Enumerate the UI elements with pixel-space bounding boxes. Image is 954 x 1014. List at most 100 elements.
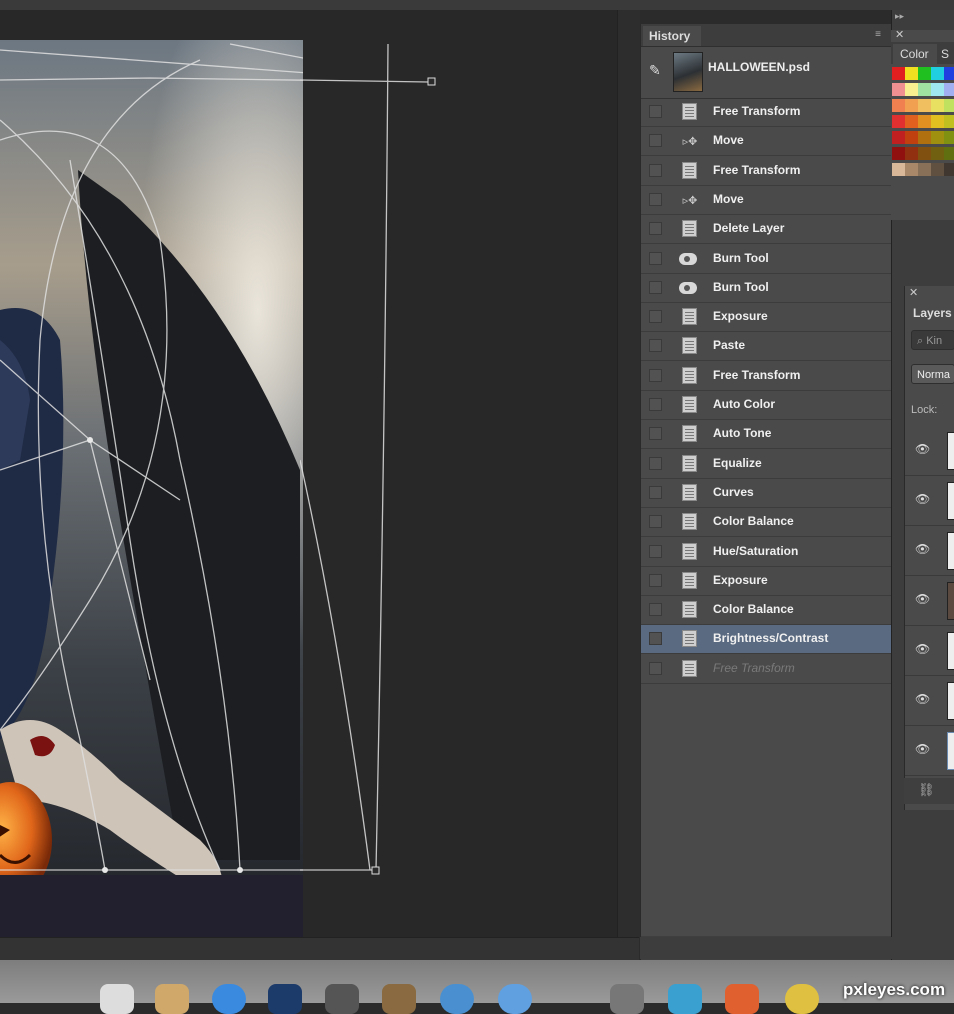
layer-row[interactable]: 👁 [905, 526, 954, 576]
color-swatch[interactable] [892, 99, 905, 112]
color-swatch[interactable] [918, 83, 931, 96]
app-icon[interactable] [668, 984, 702, 1014]
history-brush-source-checkbox[interactable] [649, 603, 662, 617]
history-brush-source-checkbox[interactable] [649, 163, 662, 177]
tab-swatches[interactable]: S [941, 44, 954, 64]
history-state-row[interactable]: Free Transform [641, 98, 891, 127]
history-brush-source-checkbox[interactable] [649, 310, 662, 324]
layer-row[interactable]: 👁 [905, 626, 954, 676]
color-swatch[interactable] [905, 131, 918, 144]
color-swatch[interactable] [944, 163, 954, 176]
app-icon[interactable] [325, 984, 359, 1014]
color-swatch[interactable] [944, 83, 954, 96]
transform-handle-top-right[interactable] [427, 77, 436, 86]
history-state-row[interactable]: Burn Tool [641, 274, 891, 303]
history-brush-source-checkbox[interactable] [649, 222, 662, 236]
tab-color[interactable]: Color [893, 44, 937, 64]
eye-icon[interactable]: 👁 [915, 442, 930, 456]
history-brush-source-icon[interactable]: ✎ [649, 62, 667, 80]
tab-layers[interactable]: Layers [907, 302, 954, 324]
color-swatch[interactable] [944, 67, 954, 80]
eye-icon[interactable]: 👁 [915, 542, 930, 556]
history-brush-source-checkbox[interactable] [649, 251, 662, 265]
history-state-row[interactable]: Free Transform [641, 655, 891, 684]
history-state-row[interactable]: Free Transform [641, 362, 891, 391]
color-swatch[interactable] [892, 83, 905, 96]
color-swatch[interactable] [905, 83, 918, 96]
color-swatch[interactable] [918, 67, 931, 80]
itunes-icon[interactable] [440, 984, 474, 1014]
history-brush-source-checkbox[interactable] [649, 427, 662, 441]
transform-bounding-box[interactable] [300, 40, 617, 890]
document-vertical-scrollbar[interactable] [617, 10, 640, 937]
history-brush-source-checkbox[interactable] [649, 192, 662, 206]
close-icon[interactable]: ✕ [895, 28, 904, 41]
history-brush-source-checkbox[interactable] [649, 105, 662, 118]
color-swatch[interactable] [931, 67, 944, 80]
history-state-row[interactable]: Exposure [641, 303, 891, 333]
layer-row[interactable]: 👁 [905, 676, 954, 726]
color-swatch[interactable] [892, 163, 905, 176]
color-swatch[interactable] [892, 131, 905, 144]
eye-icon[interactable]: 👁 [915, 742, 930, 756]
tab-history[interactable]: History [643, 26, 701, 46]
history-state-row[interactable]: Color Balance [641, 596, 891, 626]
panel-menu-icon[interactable]: ≡ [869, 26, 887, 44]
history-brush-source-checkbox[interactable] [649, 515, 662, 529]
notes-icon[interactable] [155, 984, 189, 1014]
color-swatch[interactable] [905, 115, 918, 128]
eye-icon[interactable]: 👁 [915, 492, 930, 506]
history-state-row[interactable]: Exposure [641, 567, 891, 596]
eye-icon[interactable]: 👁 [915, 692, 930, 706]
history-state-row[interactable]: Brightness/Contrast [641, 625, 891, 655]
color-swatch[interactable] [892, 147, 905, 160]
history-state-row[interactable]: Hue/Saturation [641, 538, 891, 567]
color-swatch[interactable] [931, 99, 944, 112]
safari-icon[interactable] [212, 984, 246, 1014]
history-brush-source-checkbox[interactable] [649, 134, 662, 148]
history-brush-source-checkbox[interactable] [649, 339, 662, 353]
layer-row[interactable]: 👁 [905, 426, 954, 476]
history-state-row[interactable]: Auto Color [641, 391, 891, 420]
color-swatch[interactable] [944, 99, 954, 112]
history-brush-source-checkbox[interactable] [649, 485, 662, 499]
history-state-row[interactable]: Equalize [641, 450, 891, 479]
layer-row[interactable]: 👁 [905, 476, 954, 526]
blend-mode-select[interactable]: Norma [911, 364, 954, 384]
color-swatch[interactable] [944, 147, 954, 160]
color-swatch[interactable] [892, 115, 905, 128]
history-state-row[interactable]: Free Transform [641, 157, 891, 186]
history-brush-source-checkbox[interactable] [649, 661, 662, 675]
transform-handle-bottom-right[interactable] [371, 866, 380, 875]
color-swatch[interactable] [944, 115, 954, 128]
collapse-panels-icon[interactable]: ▸▸ [895, 11, 904, 22]
history-state-row[interactable]: Paste [641, 332, 891, 362]
color-swatch[interactable] [918, 115, 931, 128]
color-swatch[interactable] [918, 131, 931, 144]
color-swatch[interactable] [931, 131, 944, 144]
color-swatch[interactable] [905, 99, 918, 112]
color-swatch[interactable] [905, 147, 918, 160]
history-brush-source-checkbox[interactable] [649, 456, 662, 470]
history-brush-source-checkbox[interactable] [649, 398, 662, 411]
halloween-artwork-with-transform-warp[interactable] [0, 40, 303, 937]
close-icon[interactable]: ✕ [909, 286, 918, 299]
eye-icon[interactable]: 👁 [915, 642, 930, 656]
color-swatch[interactable] [892, 67, 905, 80]
history-brush-source-checkbox[interactable] [649, 544, 662, 558]
history-brush-source-checkbox[interactable] [649, 632, 662, 646]
app-icon[interactable] [785, 984, 819, 1014]
link-layers-icon[interactable]: ⛓ [918, 782, 935, 798]
layer-row[interactable]: 👁 [905, 726, 954, 776]
history-state-row[interactable]: Color Balance [641, 508, 891, 538]
color-swatch[interactable] [931, 147, 944, 160]
layer-kind-filter[interactable]: ⌕ Kin [911, 330, 954, 350]
color-swatch[interactable] [905, 163, 918, 176]
finder-icon[interactable] [100, 984, 134, 1014]
color-swatch[interactable] [918, 163, 931, 176]
history-brush-source-checkbox[interactable] [649, 368, 662, 382]
history-state-row[interactable]: Burn Tool [641, 245, 891, 274]
color-swatch[interactable] [931, 115, 944, 128]
document-canvas[interactable] [0, 10, 617, 937]
history-state-row[interactable]: Move [641, 127, 891, 157]
